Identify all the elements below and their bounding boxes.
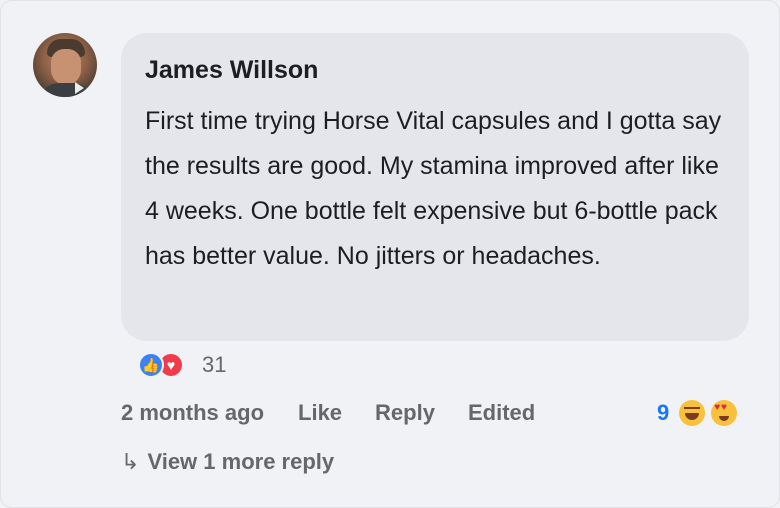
author-name[interactable]: James Willson — [145, 55, 725, 85]
emoji-reaction-count: 9 — [657, 400, 670, 425]
heart-eyes-emoji-icon — [711, 400, 738, 426]
author-avatar[interactable] — [33, 33, 97, 97]
comment-text: First time trying Horse Vital capsules a… — [145, 107, 722, 270]
comment-bubble: James Willson First time trying Horse Vi… — [121, 33, 749, 341]
avatar-shirt — [39, 83, 93, 97]
comment-card: James Willson First time trying Horse Vi… — [0, 0, 780, 508]
play-icon — [75, 82, 84, 94]
like-icon: 👍 — [138, 352, 164, 378]
reply-arrow-icon: ↳ — [121, 449, 140, 474]
like-button[interactable]: Like — [298, 400, 342, 426]
laughing-tears-emoji-icon — [679, 400, 706, 426]
reply-button[interactable]: Reply — [375, 400, 435, 426]
comment-actions: 2 months ago Like Reply Edited — [121, 397, 568, 429]
reaction-summary[interactable]: 👍 ♥ 31 — [138, 349, 226, 381]
comment-timestamp[interactable]: 2 months ago — [121, 400, 264, 426]
avatar-face — [51, 49, 81, 85]
edited-label[interactable]: Edited — [468, 400, 535, 426]
reaction-count: 31 — [202, 352, 227, 377]
emoji-reaction-summary[interactable]: 9 — [657, 397, 743, 429]
view-replies-label: View 1 more reply — [147, 449, 335, 474]
view-more-replies-link[interactable]: ↳ View 1 more reply — [121, 447, 334, 477]
